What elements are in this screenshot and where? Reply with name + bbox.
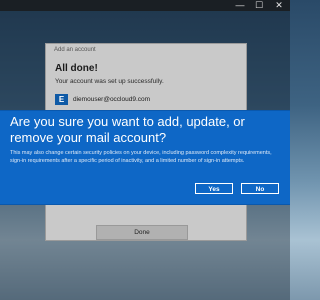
account-email: diemouser@occloud9.com [73, 96, 151, 103]
done-button[interactable]: Done [96, 225, 188, 240]
minimize-icon[interactable]: — [233, 0, 247, 11]
no-button[interactable]: No [241, 183, 279, 194]
dialog-title: Add an account [54, 47, 96, 53]
success-heading: All done! [55, 63, 98, 74]
app-titlebar: — ☐ ✕ [0, 0, 290, 11]
confirmation-heading: Are you sure you want to add, update, or… [10, 114, 245, 145]
close-icon[interactable]: ✕ [272, 0, 286, 11]
confirmation-banner: Are you sure you want to add, update, or… [0, 110, 290, 205]
exchange-icon: E [55, 94, 68, 105]
confirmation-body: This may also change certain security po… [10, 150, 272, 164]
success-message: Your account was set up successfully. [55, 78, 164, 85]
yes-button[interactable]: Yes [195, 183, 233, 194]
maximize-icon[interactable]: ☐ [252, 0, 266, 11]
